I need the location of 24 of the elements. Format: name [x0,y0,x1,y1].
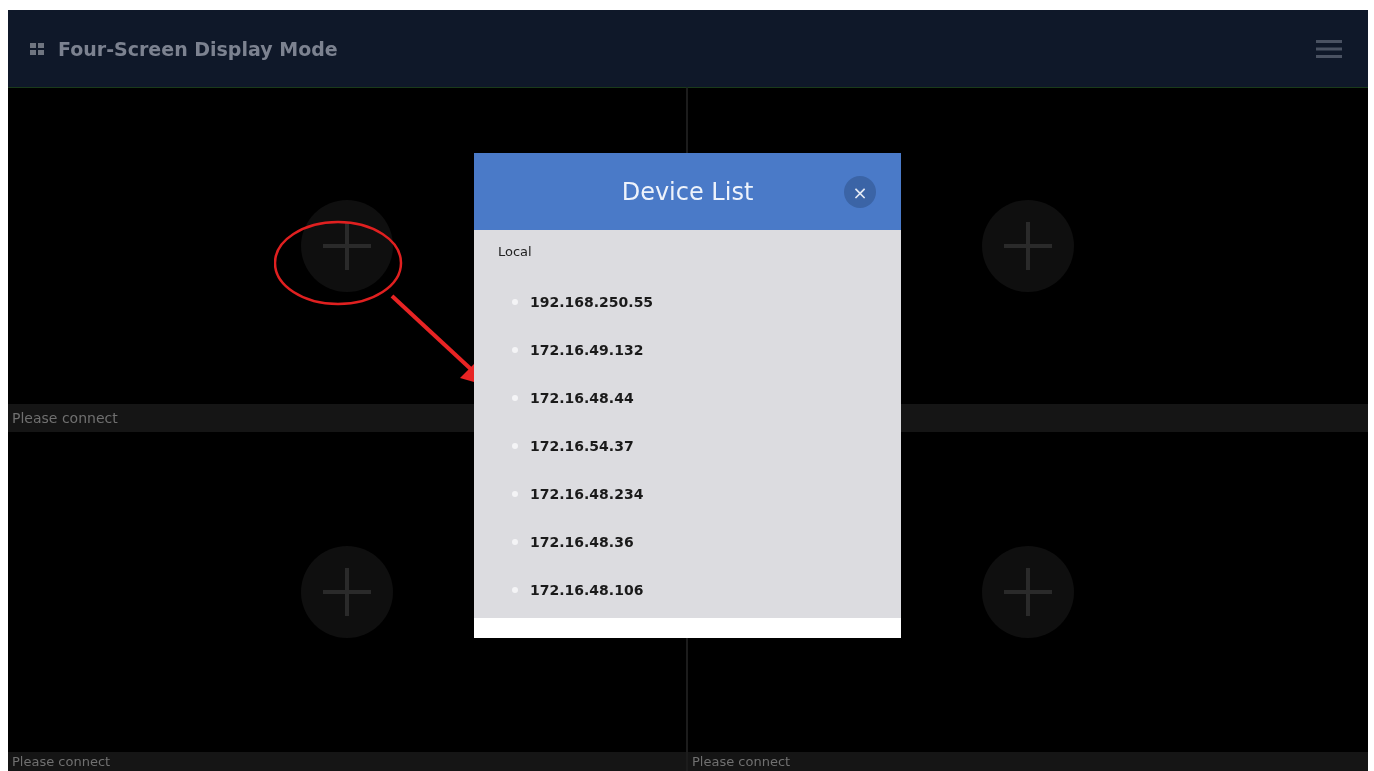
bullet-icon [512,443,518,449]
window-title: Four-Screen Display Mode [58,37,339,60]
status-label: Please connect [12,410,118,426]
device-item[interactable]: 192.168.250.55 [530,294,654,310]
device-item[interactable]: 172.16.54.37 [530,438,634,454]
bullet-icon [512,347,518,353]
device-item[interactable]: 172.16.49.132 [530,342,644,358]
status-label: Please connect [692,754,791,769]
dialog-title: Device List [621,177,754,206]
device-item[interactable]: 172.16.48.36 [530,534,634,550]
bullet-icon [512,395,518,401]
bullet-icon [512,587,518,593]
group-label: Local [498,244,533,261]
bullet-icon [512,299,518,305]
bullet-icon [512,491,518,497]
bullet-icon [512,539,518,545]
add-icon[interactable] [301,200,393,292]
close-button[interactable]: × [844,176,876,208]
menu-icon[interactable] [1316,37,1342,60]
device-item[interactable]: 172.16.48.106 [530,582,644,598]
device-item[interactable]: 172.16.48.44 [530,390,634,406]
device-item[interactable]: 172.16.48.234 [530,486,644,502]
grid-icon [30,42,44,55]
status-label: Please connect [12,754,111,769]
